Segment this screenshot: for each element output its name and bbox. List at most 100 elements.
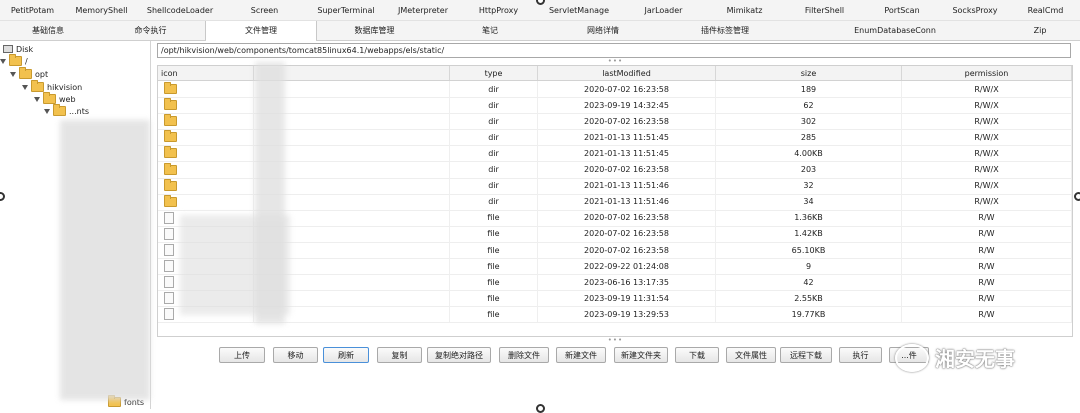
plugin-tab-jmeterpreter[interactable]: JMeterpreter	[385, 0, 461, 20]
tree-node[interactable]: /	[0, 54, 28, 67]
table-row[interactable]: dir 2021-01-13 11:51:46 34 R/W/X	[158, 193, 1072, 211]
plugin-tab-jarloader[interactable]: JarLoader	[622, 0, 705, 20]
path-input[interactable]: /opt/hikvision/web/components/tomcat85li…	[157, 43, 1071, 58]
function-tab-1[interactable]: 命令执行	[96, 21, 205, 40]
action-button-10[interactable]: 远程下载	[780, 347, 832, 363]
action-button-0[interactable]: 上传	[219, 347, 265, 363]
column-header-icon[interactable]: icon	[158, 66, 254, 80]
plugin-tab-memoryshell[interactable]: MemoryShell	[65, 0, 138, 20]
splitter-grip-top[interactable]: •••	[151, 57, 1080, 65]
folder-icon	[164, 194, 177, 207]
expand-caret-icon[interactable]	[0, 58, 6, 64]
table-cell-lastmodified: 2020-07-02 16:23:58	[538, 113, 716, 130]
table-row[interactable]: file 2023-09-19 11:31:54 2.55KB R/W	[158, 290, 1072, 308]
action-button-8[interactable]: 下载	[675, 347, 719, 363]
table-cell-lastmodified: 2023-09-19 11:31:54	[538, 290, 716, 307]
table-cell-permission: R/W/X	[902, 129, 1072, 146]
folder-icon	[164, 178, 177, 191]
plugin-tab-httpproxy[interactable]: HttpProxy	[461, 0, 536, 20]
table-cell-type: file	[450, 306, 538, 323]
action-button-2[interactable]: 刷新	[323, 347, 369, 363]
action-button-5[interactable]: 删除文件	[499, 347, 549, 363]
column-header-lastmodified[interactable]: lastModified	[538, 66, 716, 80]
tree-node-label: /	[25, 56, 28, 66]
plugin-tab-realcmd[interactable]: RealCmd	[1011, 0, 1080, 20]
plugin-tab-servletmanage[interactable]: ServletManage	[536, 0, 622, 20]
folder-icon	[164, 130, 177, 143]
column-header-size[interactable]: size	[716, 66, 902, 80]
column-header-permission[interactable]: permission	[902, 66, 1072, 80]
plugin-tab-portscan[interactable]: PortScan	[865, 0, 939, 20]
expand-caret-icon[interactable]	[34, 96, 40, 102]
function-tab-2[interactable]: 文件管理	[205, 21, 317, 41]
table-row[interactable]: dir 2020-07-02 16:23:58 203 R/W/X	[158, 161, 1072, 179]
table-row[interactable]: dir 2021-01-13 11:51:45 4.00KB R/W/X	[158, 145, 1072, 163]
table-cell-lastmodified: 2020-07-02 16:23:58	[538, 209, 716, 226]
tree-node[interactable]: ...nts	[44, 104, 90, 117]
table-cell-lastmodified: 2020-07-02 16:23:58	[538, 242, 716, 258]
function-tab-8[interactable]: Zip	[1000, 21, 1080, 40]
table-row[interactable]: file 2020-07-02 16:23:58 65.10KB R/W	[158, 242, 1072, 259]
table-cell-icon	[158, 193, 254, 210]
plugin-tab-mimikatz[interactable]: Mimikatz	[705, 0, 784, 20]
splitter-grip-bottom[interactable]: •••	[151, 336, 1080, 344]
table-row[interactable]: file 2020-07-02 16:23:58 1.42KB R/W	[158, 225, 1072, 243]
tree-node-label: opt	[35, 69, 49, 79]
plugin-tab-filtershell[interactable]: FilterShell	[784, 0, 865, 20]
table-cell-size: 189	[716, 81, 902, 97]
table-header: icon type lastModified size permission	[158, 66, 1072, 81]
table-row[interactable]: dir 2023-09-19 14:32:45 62 R/W/X	[158, 97, 1072, 115]
function-tab-3[interactable]: 数据库管理	[315, 21, 434, 40]
action-button-4[interactable]: 复制绝对路径	[427, 347, 491, 363]
table-row[interactable]: file 2023-09-19 13:29:53 19.77KB R/W	[158, 306, 1072, 324]
watermark: 湘安无事	[895, 343, 1015, 372]
expand-caret-icon[interactable]	[22, 84, 28, 90]
table-cell-icon	[158, 161, 254, 178]
table-cell-lastmodified: 2021-01-13 11:51:46	[538, 193, 716, 210]
tree-node[interactable]: hikvision	[22, 80, 82, 93]
table-row[interactable]: file 2022-09-22 01:24:08 9 R/W	[158, 258, 1072, 276]
function-tab-4[interactable]: 笔记	[434, 21, 546, 40]
action-button-1[interactable]: 移动	[273, 347, 318, 363]
function-tab-0[interactable]: 基础信息	[0, 21, 96, 40]
expand-caret-icon[interactable]	[44, 108, 50, 114]
file-icon	[164, 211, 174, 224]
table-cell-size: 1.42KB	[716, 225, 902, 242]
table-cell-type: dir	[450, 113, 538, 130]
table-row[interactable]: dir 2021-01-13 11:51:45 285 R/W/X	[158, 129, 1072, 147]
action-button-6[interactable]: 新建文件	[556, 347, 606, 363]
tree-node[interactable]: Disk	[3, 43, 33, 55]
action-button-11[interactable]: 执行	[839, 347, 882, 363]
table-cell-type: file	[450, 290, 538, 307]
expand-caret-icon[interactable]	[10, 71, 16, 77]
table-cell-type: dir	[450, 97, 538, 114]
plugin-tab-socksproxy[interactable]: SocksProxy	[939, 0, 1011, 20]
action-button-9[interactable]: 文件属性	[726, 347, 776, 363]
table-row[interactable]: dir 2020-07-02 16:23:58 189 R/W/X	[158, 81, 1072, 98]
plugin-tab-petitpotam[interactable]: PetitPotam	[0, 0, 65, 20]
function-tab-7[interactable]: EnumDatabaseConn	[790, 21, 1000, 40]
resize-handle-right[interactable]	[1074, 192, 1080, 201]
table-cell-type: dir	[450, 145, 538, 162]
table-cell-icon	[158, 177, 254, 194]
function-tab-5[interactable]: 网络详情	[546, 21, 660, 40]
function-tab-6[interactable]: 插件标签管理	[660, 21, 790, 40]
plugin-tab-screen[interactable]: Screen	[222, 0, 307, 20]
action-button-3[interactable]: 复制	[377, 347, 422, 363]
table-row[interactable]: file 2023-06-16 13:17:35 42 R/W	[158, 274, 1072, 292]
tree-node-label: ...nts	[69, 106, 90, 116]
table-row[interactable]: dir 2020-07-02 16:23:58 302 R/W/X	[158, 113, 1072, 131]
folder-icon	[164, 114, 177, 127]
table-cell-size: 9	[716, 258, 902, 275]
action-button-7[interactable]: 新建文件夹	[614, 347, 668, 363]
table-cell-icon	[158, 129, 254, 146]
tree-node[interactable]: opt	[10, 67, 49, 80]
table-cell-permission: R/W/X	[902, 193, 1072, 210]
table-cell-lastmodified: 2021-01-13 11:51:45	[538, 129, 716, 146]
plugin-tab-superterminal[interactable]: SuperTerminal	[307, 0, 385, 20]
table-row[interactable]: dir 2021-01-13 11:51:46 32 R/W/X	[158, 177, 1072, 195]
folder-icon	[9, 54, 22, 66]
table-row[interactable]: file 2020-07-02 16:23:58 1.36KB R/W	[158, 209, 1072, 227]
column-header-type[interactable]: type	[450, 66, 538, 80]
plugin-tab-shellcodeloader[interactable]: ShellcodeLoader	[138, 0, 222, 20]
